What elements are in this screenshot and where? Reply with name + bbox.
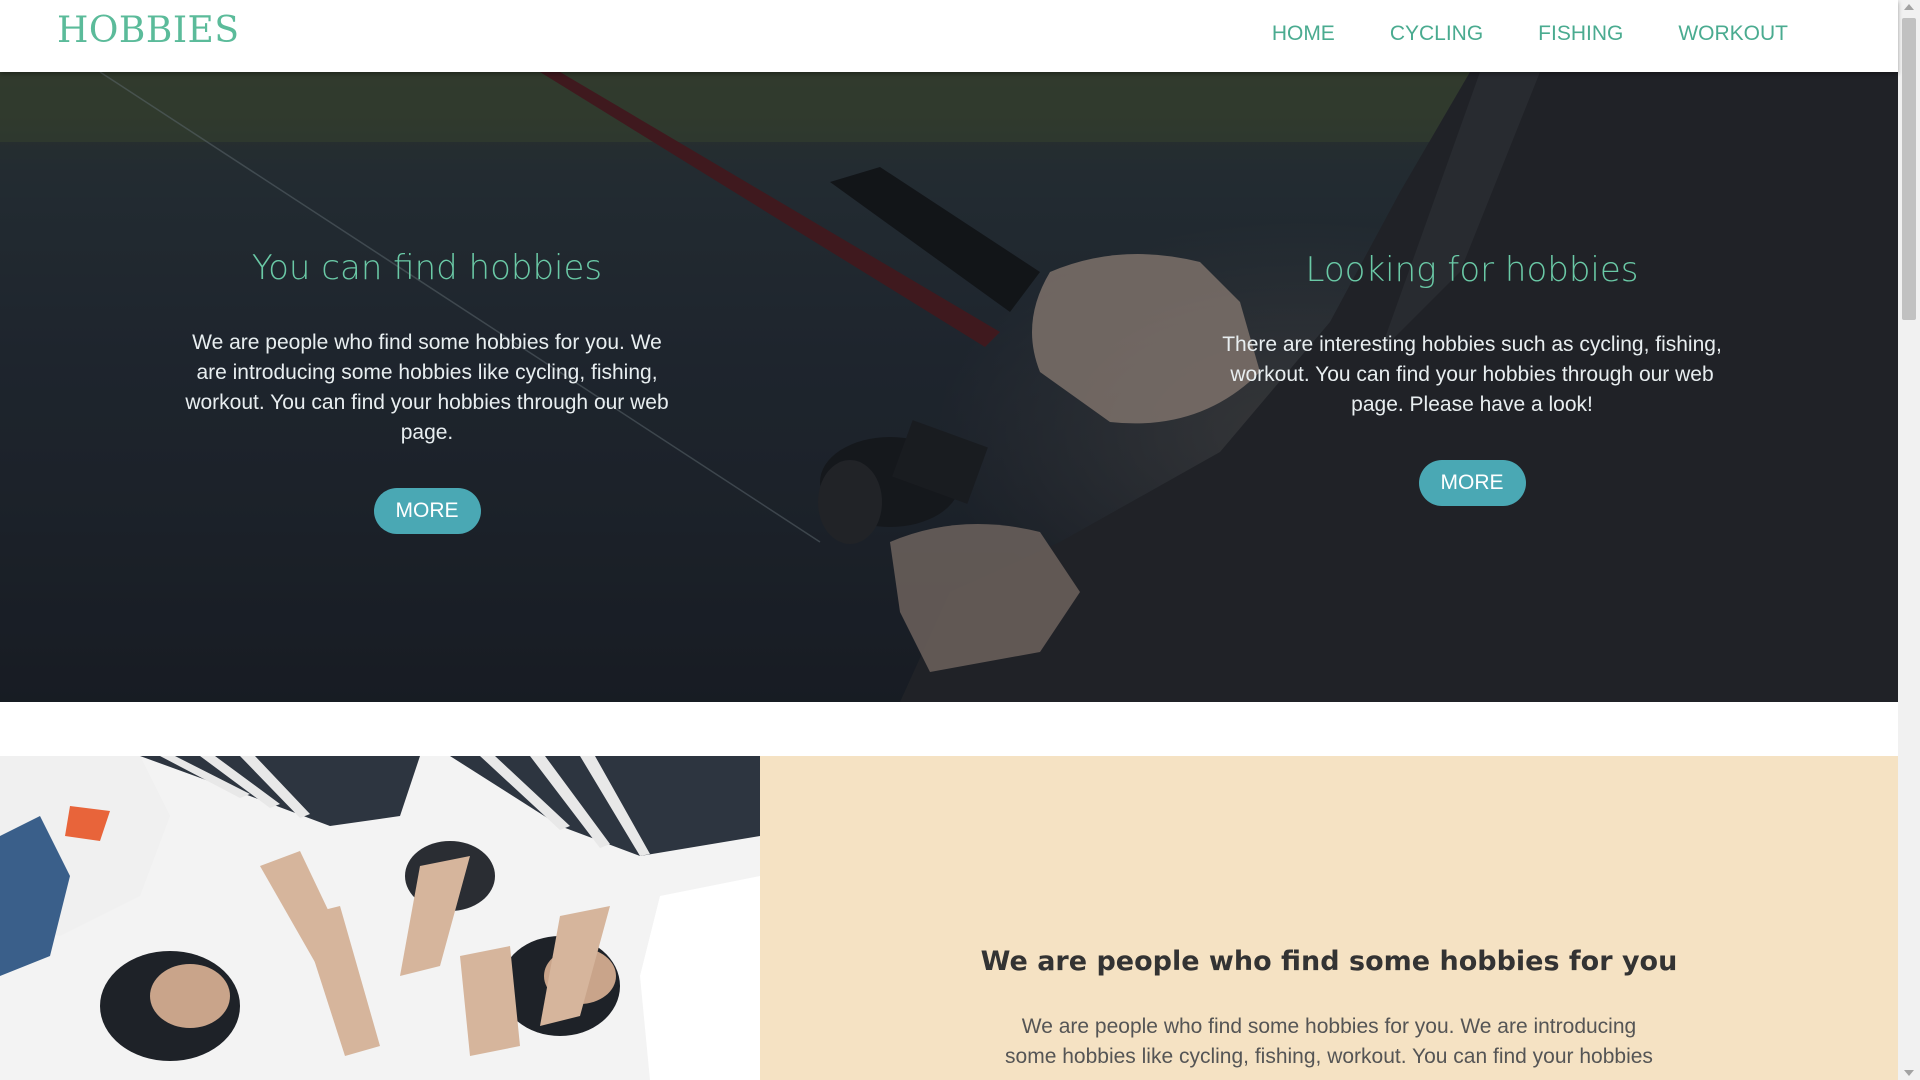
nav-workout[interactable]: WORKOUT [1678,22,1788,46]
vertical-scrollbar[interactable] [1898,0,1920,1080]
scroll-down-icon[interactable] [1904,1070,1914,1076]
about-text: We are people who find some hobbies for … [1005,1015,1653,1068]
scroll-up-icon[interactable] [1904,4,1914,10]
friends-photo [0,756,760,1080]
hero-left-title: You can find hobbies [251,248,603,288]
nav-cycling[interactable]: CYCLING [1390,22,1483,46]
hero-left-more-button[interactable]: MORE [373,488,481,534]
nav-home[interactable]: HOME [1272,22,1335,46]
hero-right-text: There are interesting hobbies such as cy… [1222,333,1722,416]
site-header: HOBBIES HOME CYCLING FISHING WORKOUT [0,0,1898,72]
hero-right-more-button[interactable]: MORE [1418,460,1526,506]
scrollbar-thumb[interactable] [1902,18,1916,320]
about-section: We are people who find some hobbies for … [0,756,1898,1080]
hero-right-title: Looking for hobbies [1305,250,1639,290]
main-nav: HOME CYCLING FISHING WORKOUT [1272,22,1788,46]
about-title: We are people who find some hobbies for … [980,946,1678,977]
nav-fishing[interactable]: FISHING [1538,22,1623,46]
about-panel: We are people who find some hobbies for … [760,756,1898,1080]
hero-left-block: You can find hobbies We are people who f… [185,248,669,534]
hero-left-text: We are people who find some hobbies for … [185,331,669,444]
hero-banner: You can find hobbies We are people who f… [0,72,1898,702]
site-logo[interactable]: HOBBIES [57,10,239,51]
hero-right-block: Looking for hobbies There are interestin… [1205,250,1739,506]
